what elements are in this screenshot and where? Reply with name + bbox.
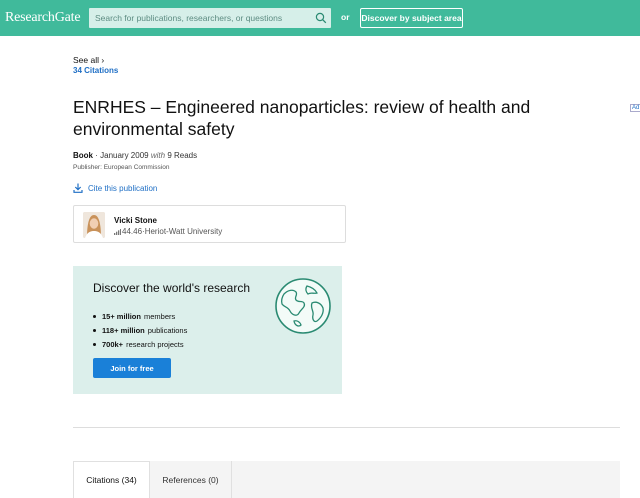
author-affiliation: Heriot-Watt University: [144, 227, 223, 236]
search-box[interactable]: [89, 8, 331, 28]
panel-title: Discover the world's research: [93, 281, 251, 295]
reads-count: 9 Reads: [167, 151, 198, 160]
publication-date: January 2009: [100, 151, 149, 160]
search-input[interactable]: [89, 8, 311, 28]
author-photo-icon: [83, 212, 105, 238]
list-item: 700k+ research projects: [93, 337, 187, 351]
cite-label: Cite this publication: [88, 183, 158, 193]
stats-list: 15+ million members 118+ million publicati…: [93, 309, 187, 351]
globe-icon: [275, 278, 331, 334]
publication-title: ENRHES – Engineered nanoparticles: revie…: [73, 97, 531, 139]
or-label: or: [341, 12, 350, 22]
download-icon: [73, 183, 83, 193]
join-for-free-button[interactable]: Join for free: [93, 358, 171, 378]
discover-research-panel: Discover the world's research 15+ millio…: [73, 266, 342, 394]
tab-bar: Citations (34) References (0): [73, 461, 620, 498]
section-divider: [73, 427, 620, 428]
publication-type: Book: [73, 151, 93, 160]
author-card[interactable]: Vicki Stone 44.46 · Heriot-Watt Universi…: [73, 205, 346, 243]
author-meta: 44.46 · Heriot-Watt University: [114, 227, 222, 236]
list-item: 118+ million publications: [93, 323, 187, 337]
cite-publication-link[interactable]: Cite this publication: [73, 183, 157, 193]
researchgate-logo[interactable]: ResearchGate: [5, 10, 81, 26]
publisher: Publisher: European Commission: [73, 164, 170, 171]
tab-references[interactable]: References (0): [150, 461, 232, 498]
ad-label[interactable]: Ad: [630, 104, 640, 112]
author-score: 44.46: [122, 227, 143, 236]
list-item: 15+ million members: [93, 309, 187, 323]
avatar[interactable]: [83, 212, 105, 238]
publication-meta: Book · January 2009 with 9 Reads: [73, 151, 197, 160]
tab-citations[interactable]: Citations (34): [73, 461, 150, 498]
discover-by-subject-button[interactable]: Discover by subject area: [360, 8, 463, 28]
see-all-link[interactable]: See all ›: [73, 55, 104, 65]
citations-count-link[interactable]: 34 Citations: [73, 66, 118, 75]
top-bar: ResearchGate or Discover by subject area: [0, 0, 640, 36]
search-icon[interactable]: [315, 12, 327, 24]
with-label: with: [150, 151, 166, 160]
rg-score-bars-icon: [114, 228, 121, 235]
author-name[interactable]: Vicki Stone: [114, 216, 157, 225]
